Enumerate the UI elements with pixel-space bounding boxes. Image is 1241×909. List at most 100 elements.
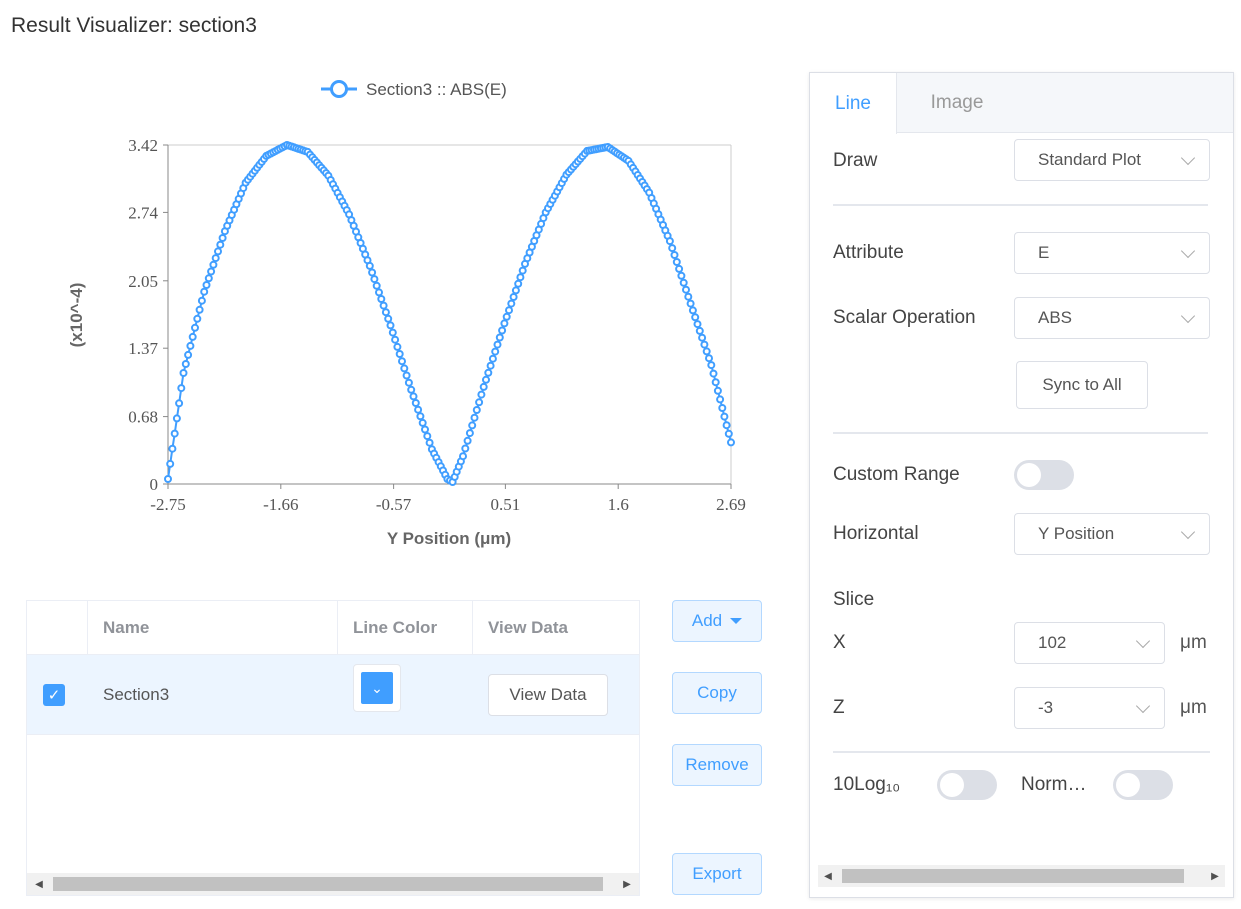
data-point (488, 354, 497, 363)
data-point (518, 266, 527, 275)
data-point (665, 237, 674, 246)
page-title: Result Visualizer: section3 (11, 14, 257, 37)
data-point (472, 406, 481, 414)
scrollbar-thumb[interactable] (53, 877, 603, 891)
data-point (379, 301, 388, 310)
horizontal-select[interactable]: Y Position (1014, 513, 1210, 555)
data-point (702, 347, 711, 356)
tab-image[interactable]: Image (897, 73, 1017, 133)
table-header: Name Line Color View Data (27, 601, 639, 655)
data-point (677, 271, 686, 280)
row-checkbox[interactable]: ✓ (43, 684, 65, 706)
scalar-operation-select-value: ABS (1038, 308, 1073, 327)
data-point (672, 258, 681, 266)
z-slice-value: -3 (1038, 698, 1054, 717)
x-tick-label: -0.57 (376, 495, 412, 514)
z-slice-select[interactable]: -3 (1014, 687, 1165, 729)
data-point (365, 261, 374, 270)
data-point (411, 399, 420, 407)
data-point (670, 251, 679, 259)
data-point (184, 350, 193, 359)
scroll-right-arrow-icon[interactable]: ▶ (617, 873, 637, 895)
log-toggle[interactable] (937, 770, 997, 800)
scroll-right-arrow-icon[interactable]: ▶ (1205, 865, 1225, 887)
data-point (698, 333, 707, 342)
data-point (498, 326, 507, 335)
data-point (166, 459, 175, 468)
draw-select-value: Standard Plot (1038, 150, 1142, 169)
data-point (207, 267, 216, 276)
x-slice-select[interactable]: 102 (1014, 622, 1165, 664)
data-point (421, 425, 429, 434)
data-point (470, 413, 479, 422)
normalize-toggle[interactable] (1113, 770, 1173, 800)
chevron-down-icon (1180, 308, 1196, 324)
copy-button[interactable]: Copy (672, 672, 762, 714)
divider (833, 204, 1208, 206)
chart-legend[interactable]: Section3 :: ABS(E) (321, 80, 507, 99)
scrollbar-thumb[interactable] (842, 869, 1184, 883)
data-point (516, 273, 525, 282)
panel-horizontal-scrollbar[interactable]: ◀ ▶ (818, 865, 1225, 887)
add-button[interactable]: Add (672, 600, 762, 642)
table-row[interactable]: ✓ Section3 ⌄ View Data (27, 655, 639, 735)
data-point (705, 354, 713, 363)
table-horizontal-scrollbar[interactable]: ◀ ▶ (27, 873, 639, 895)
custom-range-toggle[interactable] (1014, 460, 1074, 490)
data-point (718, 404, 727, 412)
draw-select[interactable]: Standard Plot (1014, 139, 1210, 181)
data-point (414, 405, 423, 414)
tab-line[interactable]: Line (810, 73, 897, 134)
series-table: Name Line Color View Data ✓ Section3 ⌄ V… (26, 600, 640, 896)
data-point (495, 333, 504, 342)
chevron-down-icon (1180, 150, 1196, 166)
data-point (200, 287, 209, 296)
divider (833, 432, 1208, 434)
x-label: X (833, 632, 846, 653)
y-tick-label: 3.42 (128, 136, 158, 155)
sync-to-all-button[interactable]: Sync to All (1016, 361, 1148, 409)
data-point (711, 378, 720, 387)
data-point (461, 444, 470, 453)
x-unit: μm (1180, 632, 1207, 653)
chart-plot-area (164, 141, 735, 486)
column-header-name[interactable]: Name (88, 601, 338, 655)
data-point (486, 361, 495, 370)
line-color-picker[interactable]: ⌄ (353, 664, 401, 712)
scalar-operation-select[interactable]: ABS (1014, 297, 1210, 339)
horizontal-label: Horizontal (833, 523, 919, 544)
export-button[interactable]: Export (672, 853, 762, 895)
data-point (475, 398, 484, 407)
z-label: Z (833, 697, 845, 718)
data-point (209, 260, 218, 269)
data-point (716, 395, 725, 404)
chevron-down-icon (1180, 524, 1196, 540)
data-point (368, 268, 377, 277)
scroll-left-arrow-icon[interactable]: ◀ (29, 873, 49, 895)
view-data-button[interactable]: View Data (488, 674, 608, 716)
x-tick-label: 2.69 (716, 495, 746, 514)
row-name: Section3 (103, 685, 170, 704)
scroll-left-arrow-icon[interactable]: ◀ (818, 865, 838, 887)
data-point (700, 340, 709, 349)
data-point (684, 292, 693, 301)
data-point (693, 320, 702, 329)
y-tick-label: 2.74 (128, 203, 158, 222)
normalize-label: Norm… (1021, 774, 1087, 795)
remove-button[interactable]: Remove (672, 744, 762, 786)
data-point (202, 281, 211, 289)
y-tick-label: 1.37 (128, 339, 158, 358)
column-header-line-color[interactable]: Line Color (338, 601, 473, 655)
x-tick-label: 1.6 (608, 495, 629, 514)
slice-label: Slice (833, 589, 875, 610)
data-point (722, 421, 731, 430)
attribute-select[interactable]: E (1014, 232, 1210, 274)
y-tick-label: 0 (150, 475, 159, 494)
data-point (172, 414, 181, 423)
data-point (695, 326, 704, 335)
attribute-label: Attribute (833, 242, 904, 263)
data-point (724, 429, 733, 438)
y-tick-label: 2.05 (128, 272, 158, 291)
data-point (168, 444, 177, 453)
column-header-view-data[interactable]: View Data (473, 601, 639, 655)
